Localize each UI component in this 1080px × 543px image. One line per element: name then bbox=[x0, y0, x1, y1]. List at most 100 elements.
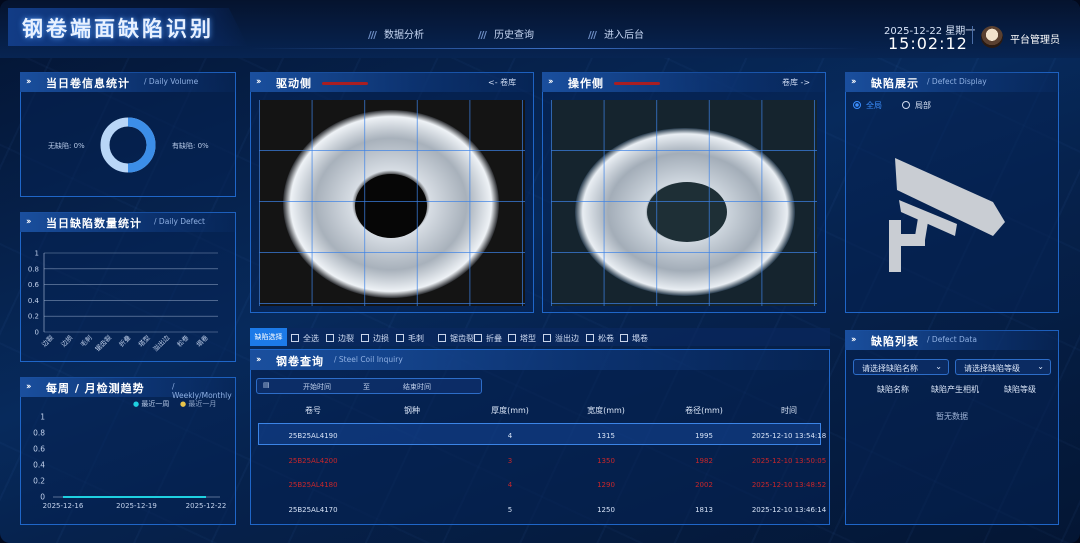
checkbox-icon bbox=[543, 334, 551, 342]
header-divider bbox=[250, 48, 860, 49]
alert-indicator bbox=[614, 82, 660, 85]
checkbox-icon bbox=[291, 334, 299, 342]
checkbox-icon bbox=[438, 334, 446, 342]
empty-state: 暂无数据 bbox=[936, 412, 968, 421]
x-tick-label: 锯齿裂 bbox=[93, 333, 114, 354]
panel-subtitle: / Daily Defect bbox=[154, 217, 205, 226]
x-tick-label: 2025-12-16 bbox=[43, 502, 84, 510]
date-range-picker[interactable]: ▤ 开始时间 至 结束时间 bbox=[256, 378, 482, 394]
coil-query-header: ›› 钢卷查询 / Steel Coil Inquiry bbox=[250, 350, 828, 370]
column-defect-level: 缺陷等级 bbox=[1004, 385, 1036, 394]
donut-ring-has-defect bbox=[127, 117, 156, 173]
slash-icon: /// bbox=[368, 30, 377, 41]
table-header-cell: 钢种 bbox=[404, 406, 420, 415]
y-tick-label: 0.6 bbox=[33, 445, 45, 454]
avatar[interactable] bbox=[981, 26, 1003, 48]
checkbox-icon bbox=[620, 334, 628, 342]
chevron-down-icon: ⌄ bbox=[1037, 362, 1044, 371]
chevron-right-icon: ›› bbox=[548, 77, 554, 87]
has-defect-label: 有缺陷: 0% bbox=[172, 142, 209, 150]
table-cell: 4 bbox=[507, 481, 513, 489]
table-cell: 1315 bbox=[597, 432, 615, 440]
table-cell: 1290 bbox=[597, 481, 615, 489]
panel-subtitle: / Steel Coil Inquiry bbox=[334, 355, 403, 364]
defect-filter-tag: 缺陷选择 bbox=[250, 328, 287, 346]
defect-checkbox[interactable]: 溢出边 bbox=[543, 333, 579, 344]
y-tick-label: 1 bbox=[35, 250, 39, 258]
table-cell: 25B25AL4200 bbox=[288, 457, 338, 465]
defect-name-select[interactable]: 请选择缺陷名称 ⌄ bbox=[853, 359, 949, 375]
table-cell: 4 bbox=[507, 432, 513, 440]
x-tick-label: 塔型 bbox=[136, 333, 152, 349]
chevron-right-icon: ›› bbox=[26, 77, 32, 87]
table-cell: 2025-12-10 13:54:18 bbox=[751, 432, 827, 440]
panel-title: 当日缺陷数量统计 bbox=[46, 217, 142, 230]
daily-volume-header: ›› 当日卷信息统计 / Daily Volume bbox=[20, 72, 236, 92]
defect-checkbox[interactable]: 塔型 bbox=[508, 333, 536, 344]
defect-display-header: ›› 缺陷展示 / Defect Display bbox=[845, 72, 1059, 92]
chevron-right-icon: ›› bbox=[256, 355, 262, 365]
x-tick-label: 边裂 bbox=[40, 333, 56, 349]
coil-library-link[interactable]: <- 卷库 bbox=[488, 77, 516, 88]
chevron-right-icon: ›› bbox=[26, 217, 32, 227]
radio-local[interactable]: 局部 bbox=[902, 100, 931, 111]
coil-library-link[interactable]: 卷库 -> bbox=[782, 77, 810, 88]
operate-side-camera-image[interactable] bbox=[551, 100, 817, 306]
checkbox-icon bbox=[586, 334, 594, 342]
nav-data-analysis[interactable]: ///数据分析 bbox=[368, 26, 424, 41]
panel-title: 驱动侧 bbox=[276, 77, 312, 90]
weekly-chart: 1 0.8 0.6 0.4 0.2 02025-12-16 2025-12-19 2025-1… bbox=[33, 413, 226, 511]
user-name[interactable]: 平台管理员 bbox=[1010, 31, 1060, 46]
drive-side-camera-image[interactable] bbox=[259, 100, 525, 306]
start-time-input[interactable]: 开始时间 bbox=[303, 382, 331, 392]
table-cell: 5 bbox=[507, 506, 513, 514]
column-defect-camera: 缺陷产生相机 bbox=[931, 385, 979, 394]
table-cell: 25B25AL4170 bbox=[288, 506, 338, 514]
defect-checkbox[interactable]: 松卷 bbox=[586, 333, 614, 344]
radio-checked-icon bbox=[853, 101, 861, 109]
nav-history[interactable]: ///历史查询 bbox=[478, 26, 534, 41]
defect-level-select[interactable]: 请选择缺陷等级 ⌄ bbox=[955, 359, 1051, 375]
operate-side-header: ›› 操作侧 卷库 -> bbox=[542, 72, 826, 92]
nav-backend[interactable]: ///进入后台 bbox=[588, 26, 644, 41]
range-separator: 至 bbox=[363, 383, 370, 391]
header: 钢卷端面缺陷识别 ///数据分析 ///历史查询 ///进入后台 2025-12… bbox=[0, 0, 1080, 58]
defect-checkbox[interactable]: 塌卷 bbox=[620, 333, 648, 344]
table-header-cell: 时间 bbox=[781, 406, 797, 415]
checkbox-icon bbox=[361, 334, 369, 342]
y-tick-label: 0.2 bbox=[28, 313, 39, 321]
y-tick-label: 0 bbox=[40, 493, 45, 502]
defect-checkbox[interactable]: 边损 bbox=[361, 333, 389, 344]
defect-checkbox[interactable]: 毛刺 bbox=[396, 333, 424, 344]
checkbox-icon bbox=[474, 334, 482, 342]
defect-checkbox[interactable]: 折叠 bbox=[474, 333, 502, 344]
table-cell: 2025-12-10 13:50:05 bbox=[751, 457, 827, 465]
y-tick-label: 0.4 bbox=[33, 461, 45, 470]
defect-checkbox[interactable]: 锯齿裂 bbox=[438, 333, 474, 344]
table-header-cell: 卷径(mm) bbox=[685, 406, 723, 415]
panel-subtitle: / Defect Data bbox=[927, 335, 977, 344]
cctv-camera-icon bbox=[889, 158, 1005, 272]
slash-icon: /// bbox=[478, 30, 487, 41]
clock: 15:02:12 bbox=[888, 34, 968, 53]
panel-title: 钢卷查询 bbox=[276, 355, 324, 368]
table-cell: 25B25AL4190 bbox=[288, 432, 338, 440]
checkbox-icon bbox=[508, 334, 516, 342]
radio-global[interactable]: 全局 bbox=[853, 100, 882, 111]
x-tick-label: 边损 bbox=[59, 333, 75, 349]
defect-checkbox[interactable]: 全选 bbox=[291, 333, 319, 344]
end-time-input[interactable]: 结束时间 bbox=[403, 382, 431, 392]
panel-title: 操作侧 bbox=[568, 77, 604, 90]
table-cell: 25B25AL4180 bbox=[288, 481, 338, 489]
defect-checkbox[interactable]: 边裂 bbox=[326, 333, 354, 344]
defect-list-header: ›› 缺陷列表 / Defect Data bbox=[845, 330, 1059, 350]
chevron-right-icon: ›› bbox=[851, 335, 857, 345]
slash-icon: /// bbox=[588, 30, 597, 41]
y-tick-label: 0.6 bbox=[28, 281, 40, 289]
checkbox-icon bbox=[396, 334, 404, 342]
checkbox-icon bbox=[326, 334, 334, 342]
x-tick-label: 溢出边 bbox=[151, 333, 172, 354]
y-tick-label: 0.2 bbox=[33, 477, 45, 486]
chevron-down-icon: ⌄ bbox=[935, 362, 942, 371]
table-header-cell: 厚度(mm) bbox=[491, 406, 529, 415]
